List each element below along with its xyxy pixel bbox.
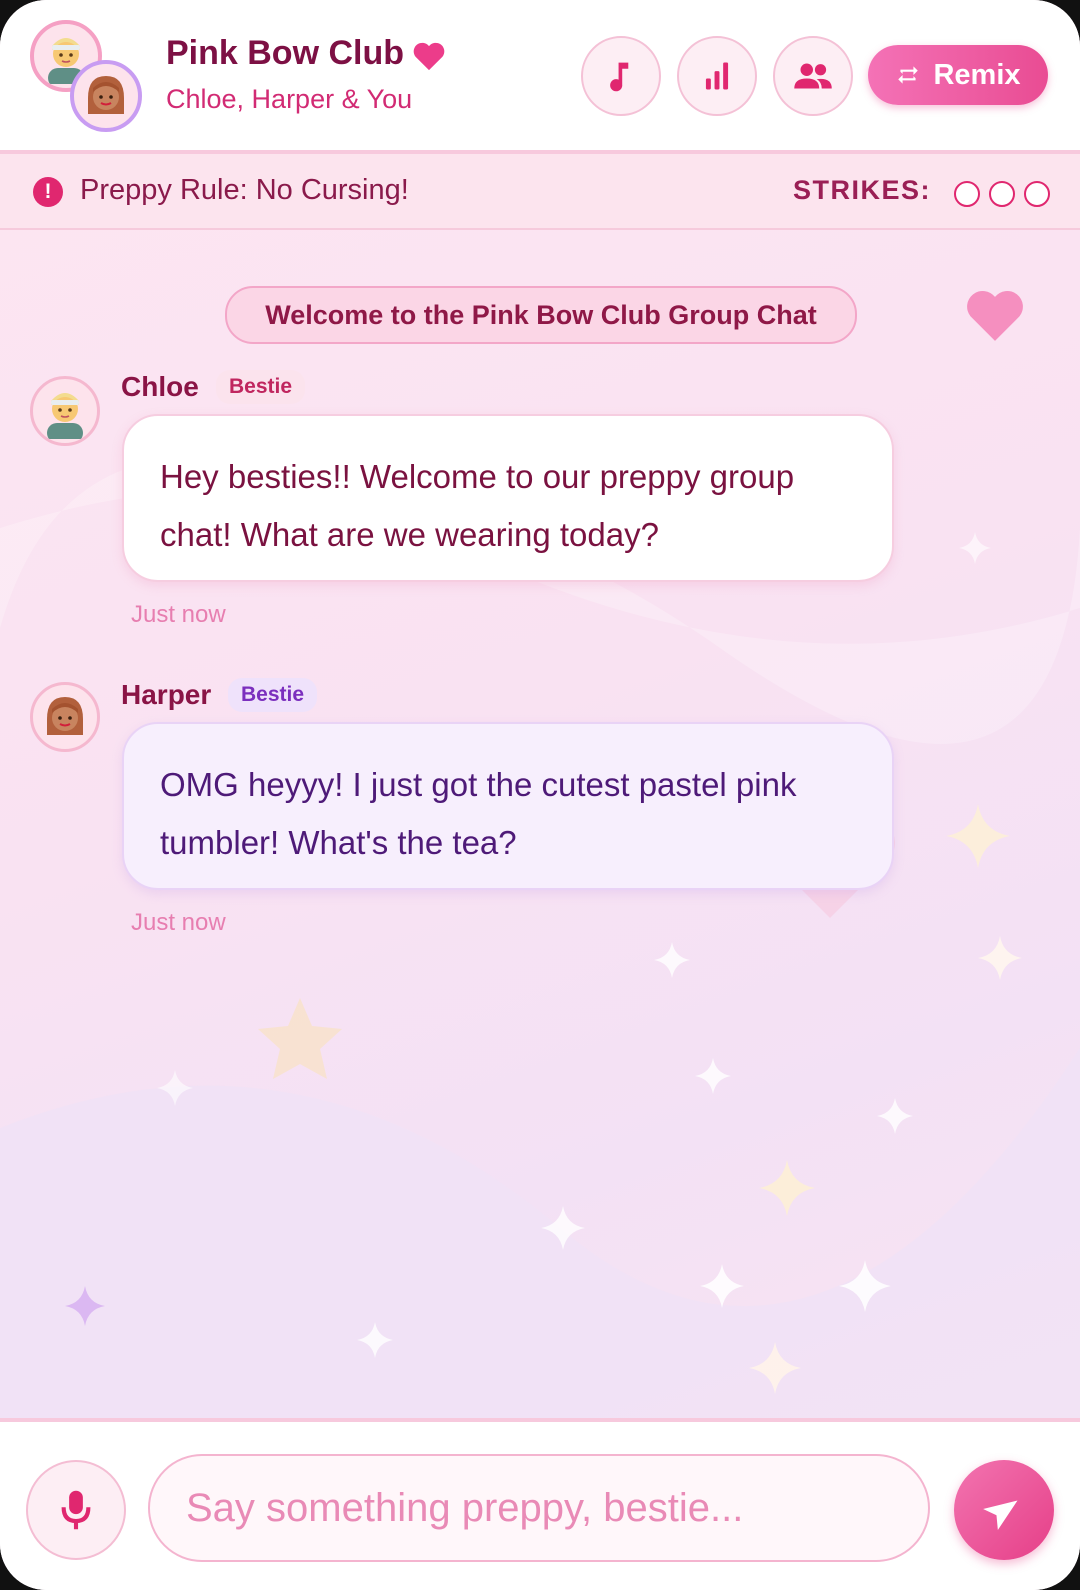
send-icon — [983, 1500, 1018, 1530]
strike-indicator-2 — [989, 181, 1015, 207]
group-title: Pink Bow Club — [166, 34, 404, 72]
app-screen: Pink Bow Club Chloe, Harper & You Remix … — [0, 0, 1080, 1590]
music-button[interactable] — [581, 36, 661, 116]
message-bubble: Hey besties!! Welcome to our preppy grou… — [122, 414, 894, 582]
rule-bar: ! Preppy Rule: No Cursing! STRIKES: — [0, 154, 1080, 230]
bestie-badge: Bestie — [228, 678, 318, 712]
microphone-button[interactable] — [26, 1460, 126, 1560]
composer-bar — [0, 1418, 1080, 1590]
message-sender: Harper — [121, 679, 212, 710]
remix-button[interactable]: Remix — [868, 45, 1048, 105]
rule-text: Preppy Rule: No Cursing! — [80, 174, 409, 206]
bestie-badge: Bestie — [216, 370, 306, 404]
members-button[interactable] — [773, 36, 853, 116]
chat-header: Pink Bow Club Chloe, Harper & You Remix — [0, 0, 1080, 154]
group-icon — [794, 63, 832, 89]
welcome-banner: Welcome to the Pink Bow Club Group Chat — [225, 286, 857, 344]
send-button[interactable] — [954, 1460, 1054, 1560]
message-timestamp: Just now — [131, 601, 226, 628]
harper-message-avatar — [30, 682, 100, 752]
heart-decoration-icon — [967, 290, 1023, 341]
strike-indicator-3 — [1024, 181, 1050, 207]
microphone-icon — [61, 1490, 91, 1530]
repeat-icon — [898, 66, 919, 84]
chloe-message-avatar — [30, 376, 100, 446]
message-timestamp: Just now — [131, 909, 226, 936]
message-sender: Chloe — [121, 371, 199, 402]
strike-indicator-1 — [954, 181, 980, 207]
stats-button[interactable] — [677, 36, 757, 116]
bar-chart-icon — [705, 62, 729, 90]
heart-icon — [413, 42, 445, 71]
music-note-icon — [610, 62, 629, 92]
group-avatar-stack — [30, 20, 145, 135]
message-bubble: OMG heyyy! I just got the cutest pastel … — [122, 722, 894, 890]
chat-area: Welcome to the Pink Bow Club Group Chat … — [0, 228, 1080, 1418]
strikes-label: STRIKES: — [793, 175, 932, 205]
remix-label: Remix — [933, 58, 1021, 91]
alert-icon: ! — [33, 177, 63, 207]
message-input[interactable] — [148, 1454, 930, 1562]
harper-avatar — [70, 60, 142, 132]
group-members-subtitle: Chloe, Harper & You — [166, 84, 413, 114]
